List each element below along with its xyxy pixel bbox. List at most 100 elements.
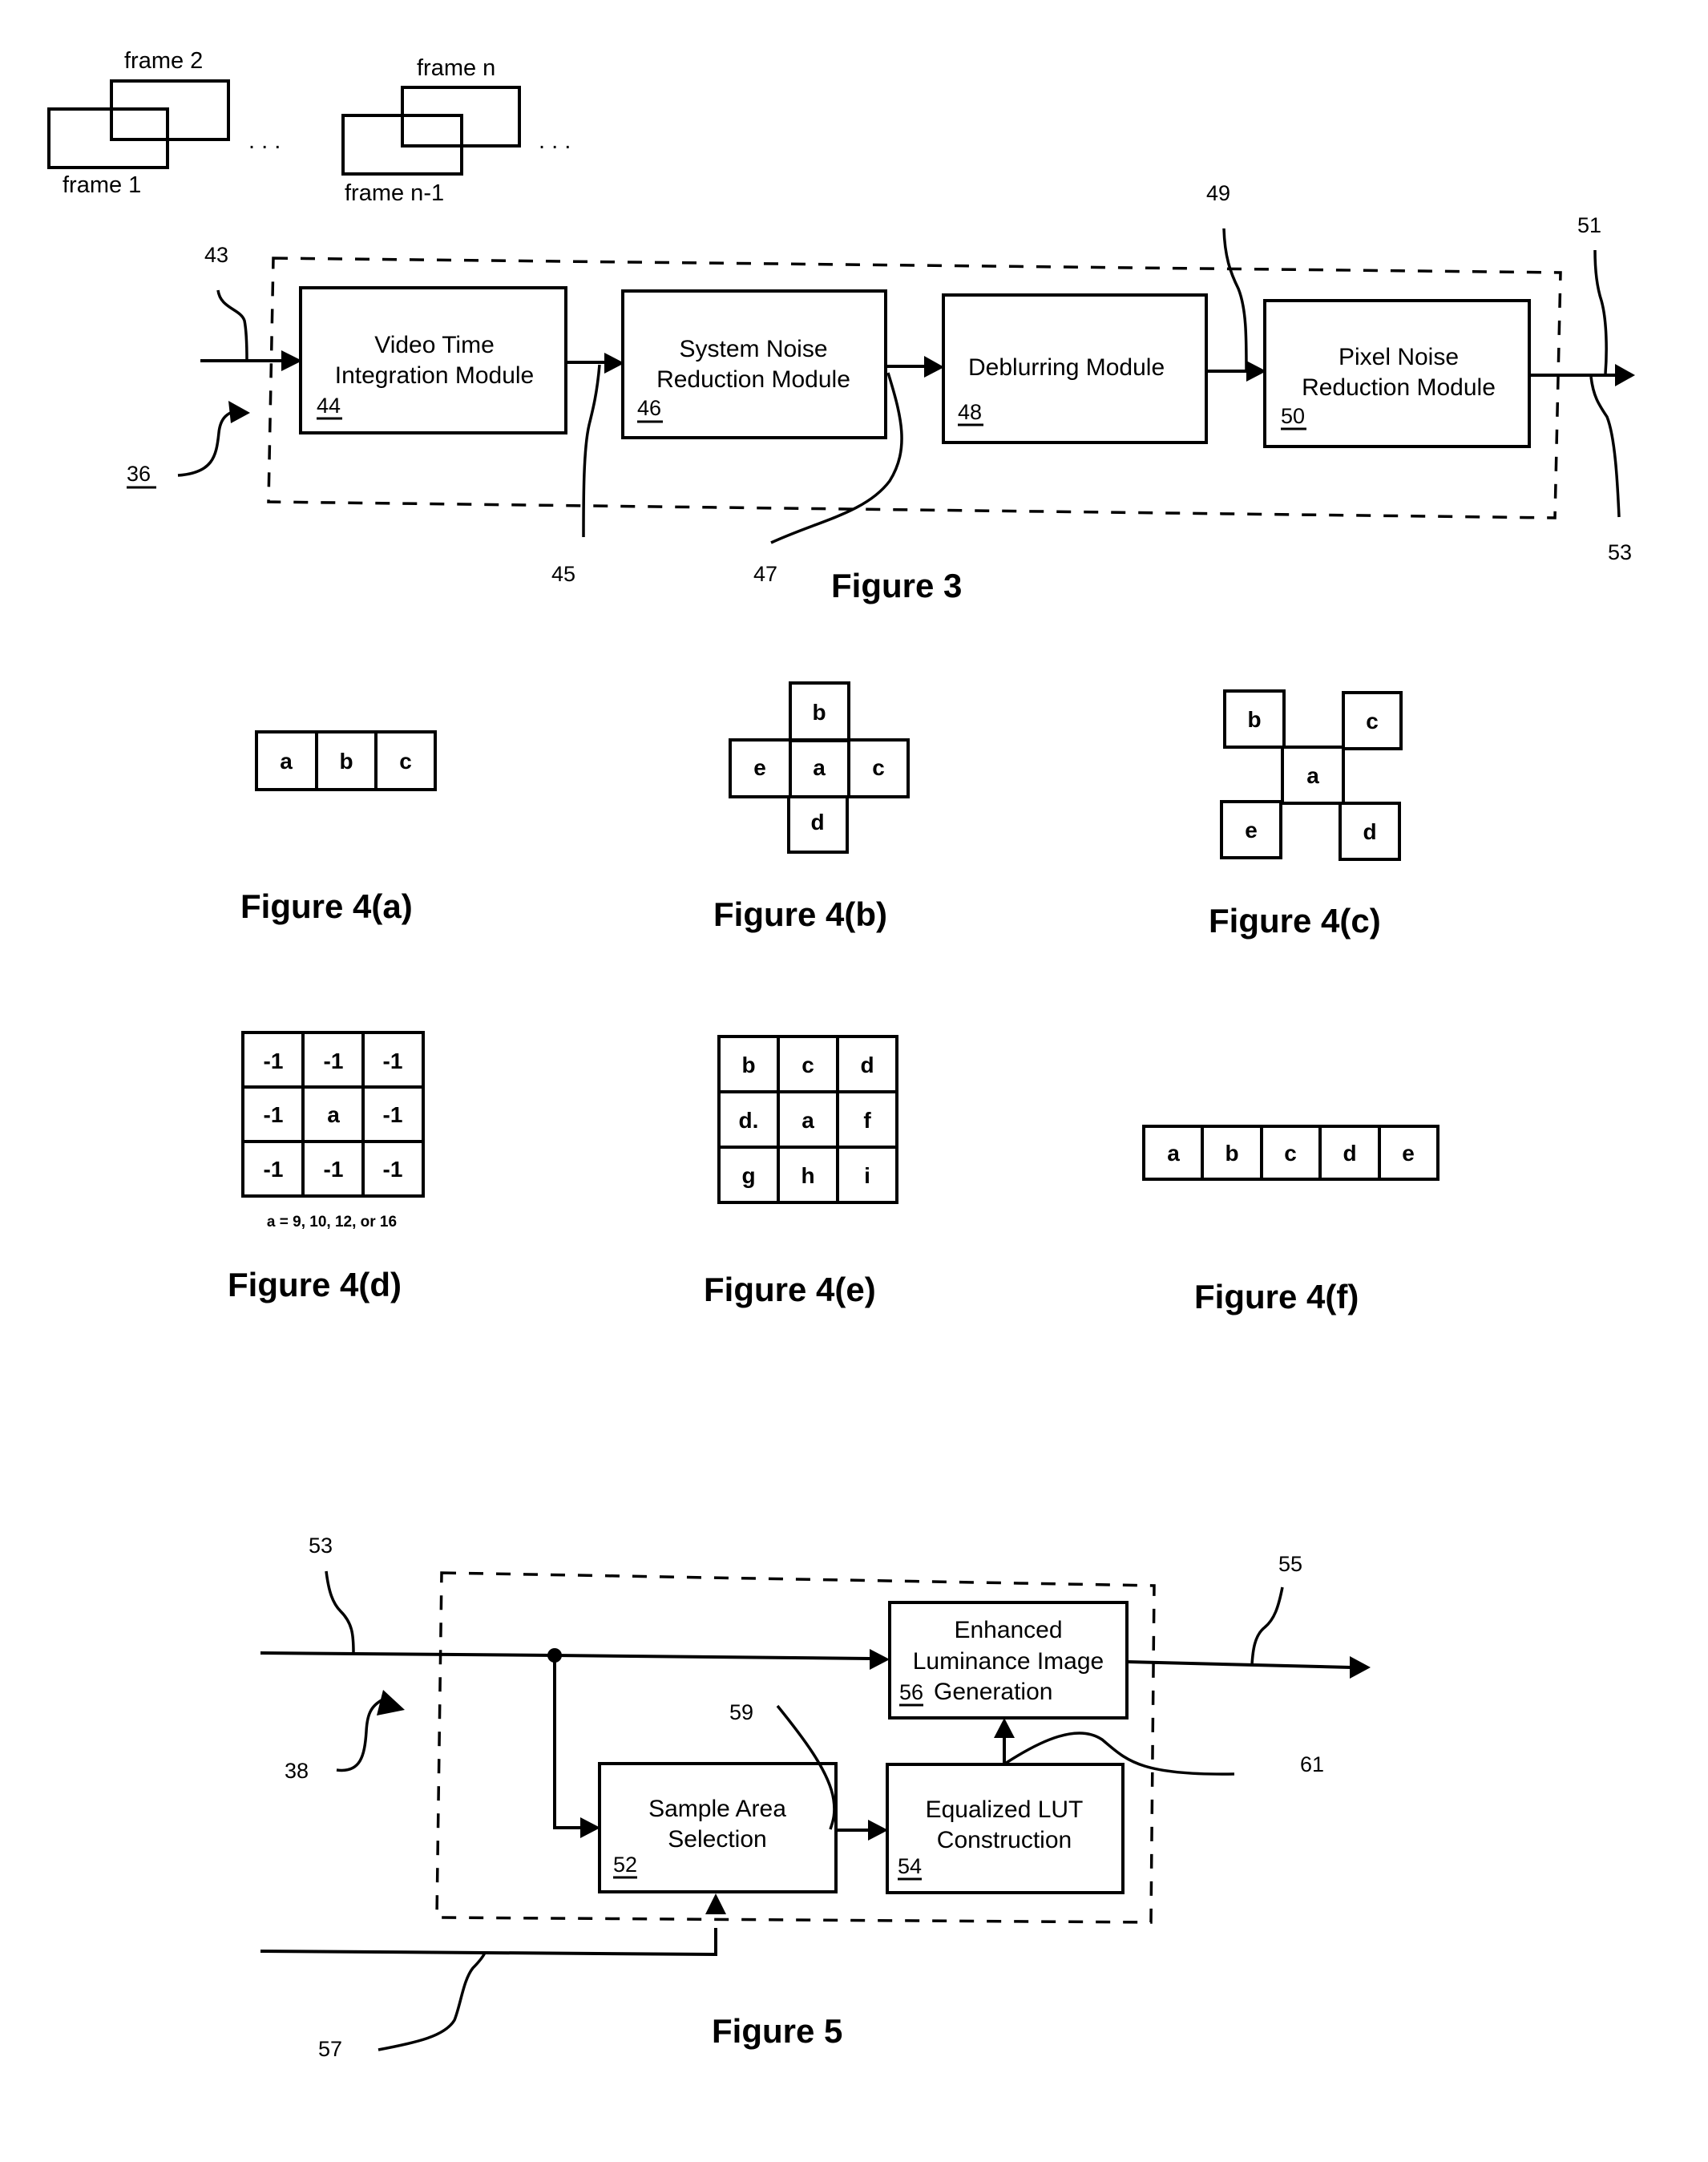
arrowhead-to-sample	[580, 1817, 600, 1838]
fig4d-cell: a	[327, 1102, 340, 1127]
fig4c-cell: c	[1366, 709, 1379, 733]
fig4d-cell: -1	[264, 1049, 284, 1073]
leader-45	[582, 364, 601, 538]
fig4e-cell: d	[860, 1053, 874, 1077]
fig4f-cell: d	[1343, 1141, 1356, 1166]
leader-55	[1250, 1586, 1284, 1666]
fig4b-cell: a	[813, 755, 826, 780]
frame-1-label: frame 1	[63, 172, 141, 198]
fig4d-cell: -1	[383, 1157, 403, 1182]
line-to-enhanced	[554, 1654, 870, 1660]
module-50-line1: Pixel Noise	[1339, 344, 1459, 370]
fig4e-cell: c	[802, 1053, 814, 1077]
fig4b-cell: b	[812, 700, 826, 725]
module-52-line1: Sample Area	[648, 1796, 786, 1822]
output-line-fig5	[1126, 1660, 1351, 1669]
fig4a-cell: b	[339, 749, 353, 774]
ref-57: 57	[318, 2037, 342, 2061]
module-50: Pixel Noise Reduction Module 50	[1263, 299, 1531, 448]
fig4e-cell: a	[802, 1108, 814, 1133]
leader-53-fig5	[325, 1570, 355, 1654]
fig4a-caption: Figure 4(a)	[240, 887, 413, 925]
ref-59: 59	[729, 1700, 753, 1724]
fig4d-cell: -1	[383, 1049, 403, 1073]
output-arrowhead-fig5	[1350, 1656, 1371, 1679]
frame-2-label: frame 2	[124, 48, 203, 74]
leader-38	[336, 1698, 384, 1772]
module-54-line2: Construction	[937, 1827, 1072, 1853]
ellipsis-2: . . .	[539, 128, 571, 154]
arrowhead-to-sample-bottom	[705, 1893, 726, 1914]
arrowhead-38	[377, 1690, 405, 1715]
system-ref-38: 38	[285, 1759, 309, 1783]
figure-4b: b e a c d Figure 4(b)	[713, 681, 910, 933]
leader-36	[177, 409, 237, 477]
ref-61: 61	[1300, 1752, 1324, 1776]
fig4a-cell: a	[280, 749, 293, 774]
fig4c-cell: e	[1245, 818, 1258, 843]
figure-4a: a b c Figure 4(a)	[240, 730, 437, 925]
fig4d-cell: -1	[324, 1157, 344, 1182]
module-54-ref: 54	[898, 1854, 922, 1878]
ref-47: 47	[753, 562, 777, 586]
fig4d-note: a = 9, 10, 12, or 16	[267, 1214, 397, 1231]
module-46-line2: Reduction Module	[656, 366, 850, 393]
figure-3-caption: Figure 3	[831, 567, 962, 604]
figure-3: frame 2 frame 1 . . . frame n frame n-1 …	[47, 48, 1635, 604]
fig4f-cell: b	[1225, 1141, 1238, 1166]
patent-drawing-sheet: frame 2 frame 1 . . . frame n frame n-1 …	[47, 48, 1635, 2061]
figure-4d: -1 -1 -1 -1 a -1 -1 -1 -1 a = 9, 10, 12,…	[228, 1031, 425, 1303]
figure-4e: b c d d. a f g h i Figure 4(e)	[704, 1035, 898, 1308]
arrowhead-46-48	[924, 356, 944, 378]
module-56-ref: 56	[899, 1680, 923, 1704]
ref-51: 51	[1577, 213, 1601, 237]
fig4e-cell: f	[863, 1108, 871, 1133]
figure-4: a b c Figure 4(a) b e a c d Figure 4(b)	[228, 681, 1439, 1315]
fig4b-caption: Figure 4(b)	[713, 895, 887, 933]
fig4e-cell: h	[801, 1163, 814, 1188]
branch-to-sample	[553, 1655, 583, 1829]
fig4b-cell: c	[872, 755, 885, 780]
ref-55: 55	[1278, 1552, 1302, 1576]
leader-49	[1222, 228, 1248, 371]
module-50-ref: 50	[1281, 404, 1305, 428]
frame-n-minus-1-label: frame n-1	[345, 180, 444, 206]
module-56-line3: Generation	[934, 1679, 1052, 1705]
module-48-line1: Deblurring Module	[968, 354, 1165, 381]
module-44-line2: Integration Module	[335, 362, 535, 389]
fig4c-cell: d	[1363, 819, 1376, 844]
module-54-line1: Equalized LUT	[926, 1796, 1084, 1823]
leader-47	[770, 372, 903, 544]
arrowhead-to-enhanced	[870, 1649, 890, 1670]
module-52-line2: Selection	[668, 1826, 766, 1853]
module-52: Sample Area Selection 52	[598, 1762, 838, 1893]
fig4c-caption: Figure 4(c)	[1209, 902, 1381, 940]
fig4e-cell: i	[864, 1163, 870, 1188]
leader-43	[216, 289, 248, 362]
module-50-line2: Reduction Module	[1302, 374, 1496, 401]
system-ref-36: 36	[127, 462, 151, 486]
figure-5-caption: Figure 5	[712, 2012, 842, 2050]
module-46-box	[621, 289, 887, 439]
fig4d-cell: -1	[264, 1102, 284, 1127]
module-48: Deblurring Module 48	[942, 293, 1208, 444]
leader-51	[1593, 249, 1608, 374]
module-52-ref: 52	[613, 1853, 637, 1877]
fig4f-cell: e	[1402, 1141, 1415, 1166]
module-44: Video Time Integration Module 44	[299, 286, 567, 434]
input-line-fig5	[260, 1651, 555, 1657]
fig4e-caption: Figure 4(e)	[704, 1271, 876, 1308]
module-44-line1: Video Time	[374, 332, 495, 358]
fig4e-cell: b	[741, 1053, 755, 1077]
ref-53-fig5: 53	[309, 1534, 333, 1558]
module-56-line2: Luminance Image	[913, 1648, 1104, 1675]
fig4b-cell: e	[753, 755, 766, 780]
module-46-line1: System Noise	[679, 336, 827, 362]
leader-53-fig3	[1589, 376, 1621, 518]
module-44-ref: 44	[317, 394, 341, 418]
fig4b-cell: d	[810, 810, 824, 834]
output-arrowhead	[1615, 364, 1635, 386]
module-48-ref: 48	[958, 400, 982, 424]
fig4d-cell: -1	[383, 1102, 403, 1127]
fig4a-cell: c	[399, 749, 412, 774]
